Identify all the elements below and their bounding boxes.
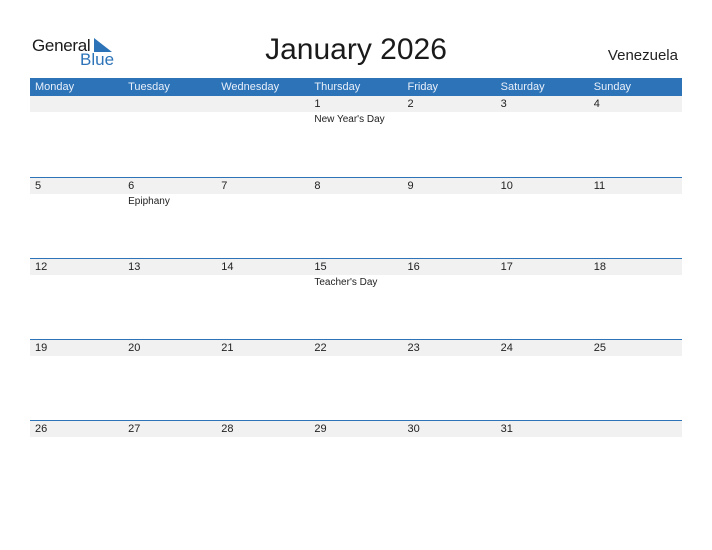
day-number [589,421,682,437]
day-number: 2 [407,98,414,110]
holiday-label [309,194,402,207]
week-row: 19 20 21 22 23 24 25 [30,339,682,420]
holiday-label [403,194,496,207]
day-number: 25 [593,342,606,354]
day-number: 19 [35,342,48,354]
day-number: 30 [407,423,420,435]
week-row: 5 6 7 8 9 10 11 Epiphany [30,177,682,258]
date-band: 26 27 28 29 30 31 [30,421,682,437]
day-number: 26 [35,423,48,435]
week-row: 12 13 14 15 16 17 18 Teacher's Day [30,258,682,339]
day-number [123,96,216,112]
date-band: 12 13 14 15 16 17 18 [30,259,682,275]
holiday-label [123,112,216,125]
day-number: 17 [500,261,513,273]
day-number: 10 [500,180,513,192]
day-number: 13 [128,261,141,273]
week-row: 26 27 28 29 30 31 [30,420,682,501]
day-number: 6 [128,180,135,192]
holiday-label [123,275,216,288]
day-number: 5 [35,180,42,192]
day-number [30,96,123,112]
weekday-thursday: Thursday [314,81,361,93]
week-row: 1 2 3 4 New Year's Day [30,96,682,177]
day-number: 8 [314,180,321,192]
day-number: 29 [314,423,327,435]
day-number: 28 [221,423,234,435]
holiday-label [216,356,309,358]
holiday-label [309,356,402,358]
day-number: 21 [221,342,234,354]
holiday-label [496,437,589,439]
day-number: 14 [221,261,234,273]
events-row: Teacher's Day [30,275,682,288]
holiday-label [123,356,216,358]
holiday-label [309,437,402,439]
date-band: 5 6 7 8 9 10 11 [30,178,682,194]
weekday-sunday: Sunday [593,81,632,93]
holiday-label [589,112,682,125]
holiday-label [216,437,309,439]
day-number: 22 [314,342,327,354]
holiday-label [589,275,682,288]
day-number: 20 [128,342,141,354]
day-number: 27 [128,423,141,435]
day-number: 15 [314,261,327,273]
weekday-saturday: Saturday [500,81,545,93]
weekday-wednesday: Wednesday [221,81,280,93]
holiday-label [496,194,589,207]
weekday-tuesday: Tuesday [128,81,170,93]
holiday-label: Epiphany [128,196,170,207]
day-number: 12 [35,261,48,273]
day-number: 3 [500,98,507,110]
holiday-label [496,112,589,125]
holiday-label [216,194,309,207]
holiday-label [30,437,123,439]
holiday-label [30,356,123,358]
date-band: 19 20 21 22 23 24 25 [30,340,682,356]
day-number: 1 [314,98,321,110]
day-number: 16 [407,261,420,273]
day-number: 4 [593,98,600,110]
date-band: 1 2 3 4 [30,96,682,112]
weekday-friday: Friday [407,81,439,93]
events-row [30,437,682,439]
holiday-label [403,275,496,288]
day-number: 24 [500,342,513,354]
day-number: 31 [500,423,513,435]
holiday-label: Teacher's Day [314,277,378,288]
day-number [216,96,309,112]
holiday-label [30,275,123,288]
day-number: 11 [593,180,606,192]
holiday-label [589,437,682,439]
holiday-label [496,356,589,358]
events-row: New Year's Day [30,112,682,125]
country-label: Venezuela [607,47,678,64]
holiday-label [30,194,123,207]
day-number: 9 [407,180,414,192]
events-row: Epiphany [30,194,682,207]
holiday-label [123,437,216,439]
calendar: Monday Tuesday Wednesday Thursday Friday… [30,78,682,501]
holiday-label [30,112,123,125]
holiday-label [589,194,682,207]
day-number: 7 [221,180,228,192]
day-number: 23 [407,342,420,354]
holiday-label [216,112,309,125]
holiday-label [403,356,496,358]
weekday-header: Monday Tuesday Wednesday Thursday Friday… [30,78,682,96]
weekday-monday: Monday [35,81,75,93]
day-number: 18 [593,261,606,273]
page-title: January 2026 [265,33,447,66]
holiday-label [589,356,682,358]
holiday-label [496,275,589,288]
holiday-label [403,112,496,125]
holiday-label [216,275,309,288]
holiday-label [403,437,496,439]
events-row [30,356,682,358]
holiday-label: New Year's Day [314,114,385,125]
